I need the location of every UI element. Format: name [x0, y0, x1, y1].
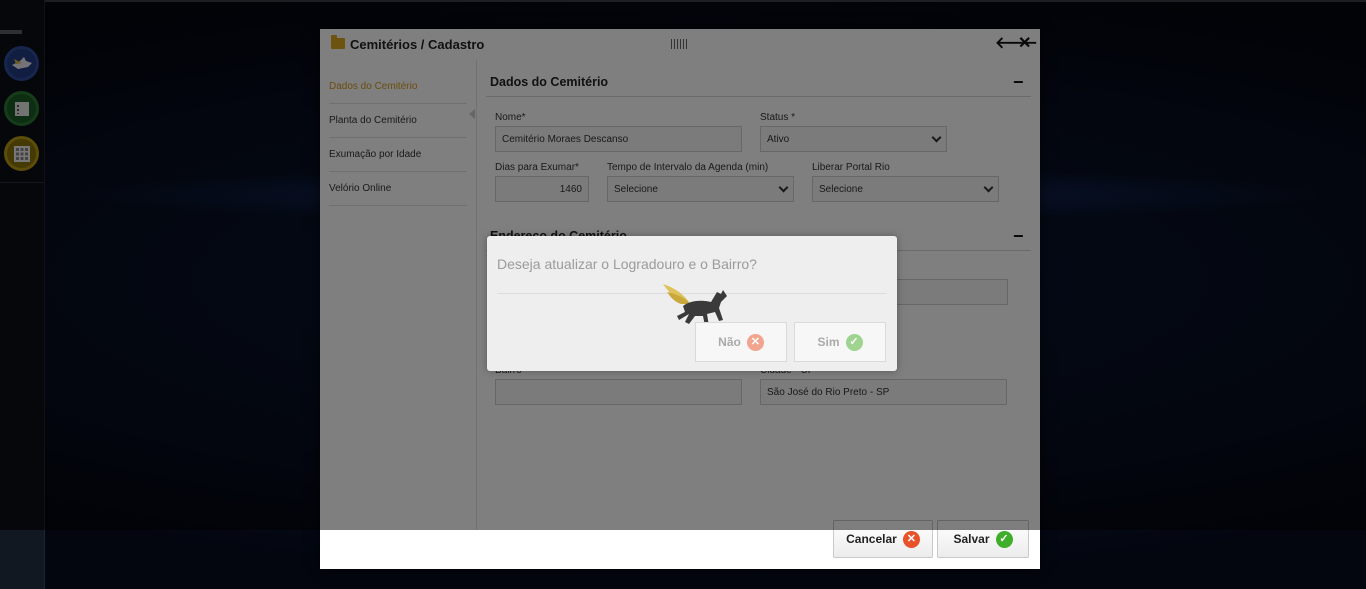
- check-circle-icon: ✓: [845, 333, 863, 351]
- dialog-message: Deseja atualizar o Logradouro e o Bairro…: [497, 256, 757, 272]
- rail-bottom-panel: [0, 530, 44, 589]
- no-button[interactable]: Não ✕: [695, 322, 787, 362]
- modal-footer: Cancelar ✕ Salvar ✓: [320, 520, 1040, 569]
- save-label: Salvar: [953, 532, 990, 546]
- cancel-label: Cancelar: [846, 532, 897, 546]
- x-circle-icon: ✕: [902, 530, 920, 548]
- yes-button[interactable]: Sim ✓: [794, 322, 886, 362]
- yes-label: Sim: [817, 335, 840, 349]
- no-label: Não: [718, 335, 741, 349]
- x-circle-icon: ✕: [746, 333, 764, 351]
- check-circle-icon: ✓: [995, 530, 1013, 548]
- confirm-dialog: Deseja atualizar o Logradouro e o Bairro…: [487, 236, 897, 371]
